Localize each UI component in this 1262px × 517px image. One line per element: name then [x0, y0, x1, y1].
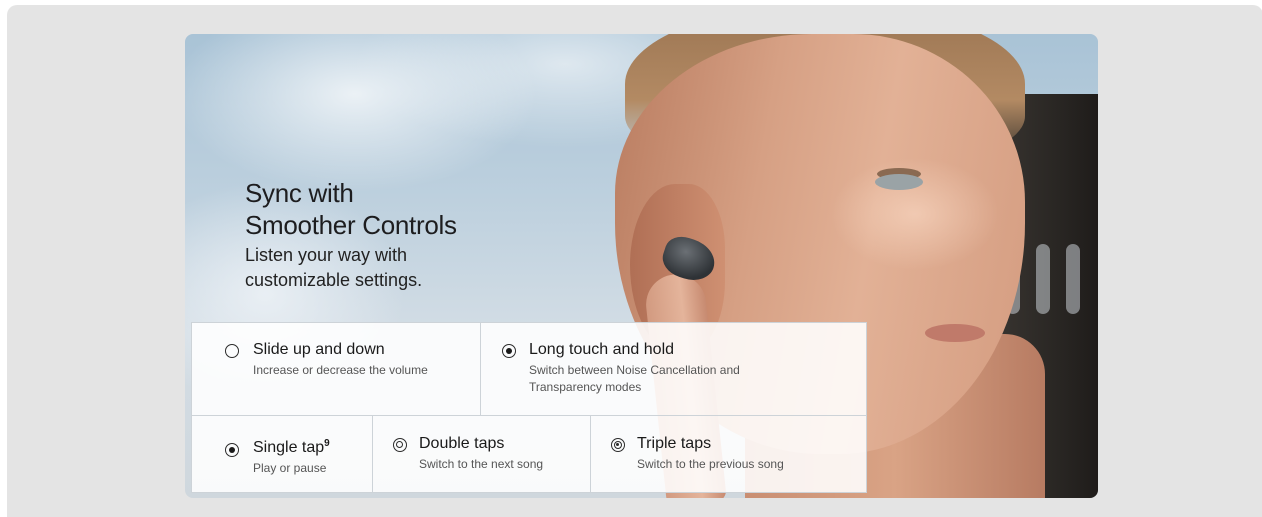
- control-triple-taps: Triple taps Switch to the previous song: [590, 415, 867, 493]
- radio-filled-icon: [502, 344, 516, 358]
- control-description: Increase or decrease the volume: [253, 363, 428, 377]
- control-title: Slide up and down: [253, 341, 385, 358]
- hero-headline: Sync with Smoother Controls Listen your …: [245, 177, 575, 293]
- control-title: Triple taps: [637, 435, 712, 452]
- hero-subheading: Listen your way with customizable settin…: [245, 243, 575, 293]
- control-description: Switch to the next song: [419, 457, 544, 471]
- control-description: Switch to the previous song: [637, 457, 784, 471]
- hero-banner: Sync with Smoother Controls Listen your …: [185, 34, 1098, 498]
- control-description: Switch between Noise Cancellation and Tr…: [529, 363, 740, 394]
- touch-controls-grid: Slide up and down Increase or decrease t…: [191, 322, 867, 493]
- footnote-superscript: 9: [324, 438, 330, 449]
- person-mouth-image: [925, 324, 985, 342]
- radio-empty-icon: [225, 344, 239, 358]
- control-slide-up-down: Slide up and down Increase or decrease t…: [191, 322, 481, 416]
- radio-triple-ring-icon: [611, 438, 625, 452]
- hero-heading-line1: Sync with: [245, 178, 354, 208]
- control-title: Double taps: [419, 435, 505, 452]
- control-long-touch-hold: Long touch and hold Switch between Noise…: [480, 322, 867, 416]
- control-description: Play or pause: [253, 461, 327, 475]
- hero-subheading-line2: customizable settings.: [245, 270, 423, 290]
- control-title: Long touch and hold: [529, 341, 675, 358]
- control-title: Single tap9: [253, 438, 330, 458]
- control-title-text: Single tap: [253, 439, 325, 456]
- radio-double-ring-icon: [393, 438, 407, 452]
- hero-subheading-line1: Listen your way with: [245, 245, 408, 265]
- page-frame: Sync with Smoother Controls Listen your …: [7, 5, 1262, 517]
- hero-heading: Sync with Smoother Controls: [245, 177, 575, 241]
- control-single-tap: Single tap9 Play or pause: [191, 415, 373, 493]
- radio-filled-icon: [225, 443, 239, 457]
- person-eye-image: [875, 174, 923, 190]
- hero-heading-line2: Smoother Controls: [245, 210, 457, 240]
- control-double-taps: Double taps Switch to the next song: [372, 415, 591, 493]
